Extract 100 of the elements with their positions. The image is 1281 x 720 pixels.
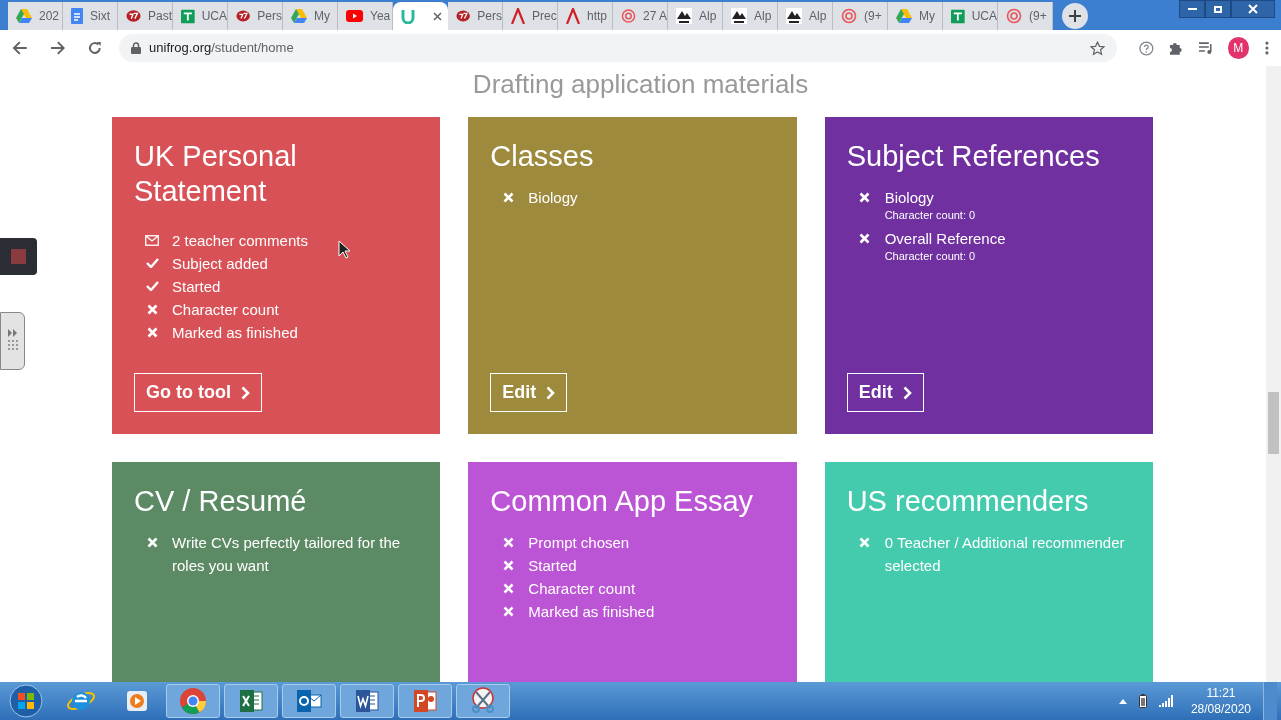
close-icon[interactable] — [433, 11, 442, 21]
browser-tab[interactable]: Pers — [448, 2, 503, 30]
browser-tab[interactable]: Alp — [778, 2, 833, 30]
tray-expand-icon[interactable] — [1118, 698, 1127, 704]
star-icon[interactable] — [1090, 40, 1106, 56]
cross-icon — [859, 232, 871, 244]
card-button[interactable]: Go to tool — [134, 373, 262, 412]
scrollbar[interactable] — [1266, 66, 1281, 682]
card-title: UK Personal Statement — [134, 139, 298, 209]
profile-avatar[interactable]: M — [1227, 37, 1250, 59]
check-icon — [145, 281, 159, 291]
spreadsheet-icon — [951, 8, 965, 24]
card-title: Common App Essay — [490, 484, 755, 519]
help-icon[interactable] — [1139, 40, 1155, 56]
triangle-logo-icon — [291, 9, 307, 23]
browser-tab[interactable]: Alp — [723, 2, 778, 30]
clock-date[interactable]: 28/08/2020 — [1190, 701, 1251, 717]
start-button[interactable] — [6, 683, 46, 719]
browser-tab[interactable]: Yea — [338, 2, 393, 30]
restore-button[interactable] — [1205, 0, 1231, 18]
browser-tab[interactable]: http — [558, 2, 613, 30]
forward-icon[interactable] — [49, 40, 66, 56]
browser-tab[interactable]: Sixt — [63, 2, 118, 30]
browser-tab[interactable]: UCA — [943, 2, 998, 30]
browser-tab[interactable] — [393, 2, 448, 30]
status-text: Overall Reference — [884, 229, 1006, 249]
caret-logo-icon — [566, 8, 580, 24]
scrollbar-thumb[interactable] — [1268, 392, 1279, 454]
url-text: unifrog.org/student/home — [149, 39, 294, 58]
close-button[interactable] — [1231, 0, 1275, 18]
side-panel-handle[interactable] — [0, 312, 25, 370]
chevron-icon — [902, 385, 912, 400]
cross-icon — [859, 191, 871, 203]
spreadsheet-app-icon[interactable] — [224, 684, 278, 718]
minimize-button[interactable] — [1179, 0, 1205, 18]
cross-icon — [146, 536, 158, 548]
menu-icon[interactable] — [1265, 40, 1269, 56]
mail-app-icon[interactable] — [282, 684, 336, 718]
cursor-icon — [338, 240, 350, 259]
clock-time[interactable]: 11:21 — [1206, 685, 1236, 701]
cross-icon — [502, 536, 514, 548]
browser-tab[interactable]: Prec — [503, 2, 558, 30]
minimize-icon — [1187, 8, 1197, 10]
logo-icon — [456, 9, 471, 23]
status-text: Prompt chosen — [528, 533, 630, 553]
mountain-logo-icon — [731, 8, 747, 24]
reload-icon[interactable] — [87, 40, 104, 56]
presentation-app-icon[interactable] — [398, 684, 452, 718]
browser-tab[interactable]: UCA — [173, 2, 228, 30]
browser-tab[interactable]: Past — [118, 2, 173, 30]
mountain-logo-icon — [676, 8, 692, 24]
browser-tab[interactable]: (9+ — [833, 2, 888, 30]
browser-tab[interactable]: 202 — [8, 2, 63, 30]
character-count: Character count: 0 — [884, 250, 977, 262]
status-text: Character count — [172, 300, 279, 320]
browser-tab[interactable]: My — [888, 2, 943, 30]
browser-tab[interactable]: Alp — [668, 2, 723, 30]
new-tab-button[interactable] — [1062, 3, 1088, 29]
status-text: 0 Teacher / Additional recommender selected — [884, 533, 1126, 576]
browser-tab[interactable]: Pers — [228, 2, 283, 30]
scissors-icon[interactable] — [456, 684, 510, 718]
status-text: 2 teacher comments — [172, 231, 308, 251]
spreadsheet-icon — [181, 8, 195, 24]
status-text: Write CVs perfectly tailored for the roles you want — [172, 533, 402, 576]
address-bar[interactable]: unifrog.org/student/home — [119, 34, 1118, 62]
browser-tab[interactable]: (9+ — [998, 2, 1053, 30]
close-icon — [1248, 4, 1258, 14]
mountain-logo-icon — [786, 8, 802, 24]
card-title: CV / Resumé — [134, 484, 308, 519]
cross-icon — [502, 559, 514, 571]
check-icon — [145, 258, 159, 268]
card-title: Subject References — [846, 139, 1101, 174]
cross-icon — [146, 303, 158, 315]
back-icon[interactable] — [12, 40, 28, 56]
status-text: Character count — [528, 579, 636, 599]
cross-icon — [502, 605, 514, 617]
document-app-icon[interactable] — [340, 684, 394, 718]
card-button[interactable]: Edit — [846, 373, 924, 412]
section-heading: Drafting application materials — [472, 68, 809, 100]
chevron-icon — [546, 385, 556, 400]
card-button[interactable]: Edit — [490, 373, 568, 412]
media-queue-icon[interactable] — [1197, 40, 1214, 56]
signal-icon[interactable] — [1158, 695, 1173, 707]
cross-icon — [146, 326, 158, 338]
status-text: Biology — [528, 188, 578, 208]
restore-icon — [1214, 5, 1222, 13]
status-text: Biology — [884, 188, 935, 208]
status-text: Started — [528, 556, 577, 576]
puzzle-icon[interactable] — [1168, 40, 1184, 56]
triangle-logo-icon — [16, 9, 32, 23]
status-text: Started — [172, 277, 221, 297]
battery-icon[interactable] — [1138, 694, 1147, 708]
browser-tab[interactable]: 27 A — [613, 2, 668, 30]
chevron-icon — [241, 385, 250, 400]
card-title: Classes — [490, 139, 595, 174]
chrome-icon[interactable] — [166, 684, 220, 718]
browser-tab[interactable]: My — [283, 2, 338, 30]
status-text: Subject added — [172, 254, 268, 274]
cross-icon — [859, 536, 871, 548]
plus-icon — [1069, 10, 1081, 22]
